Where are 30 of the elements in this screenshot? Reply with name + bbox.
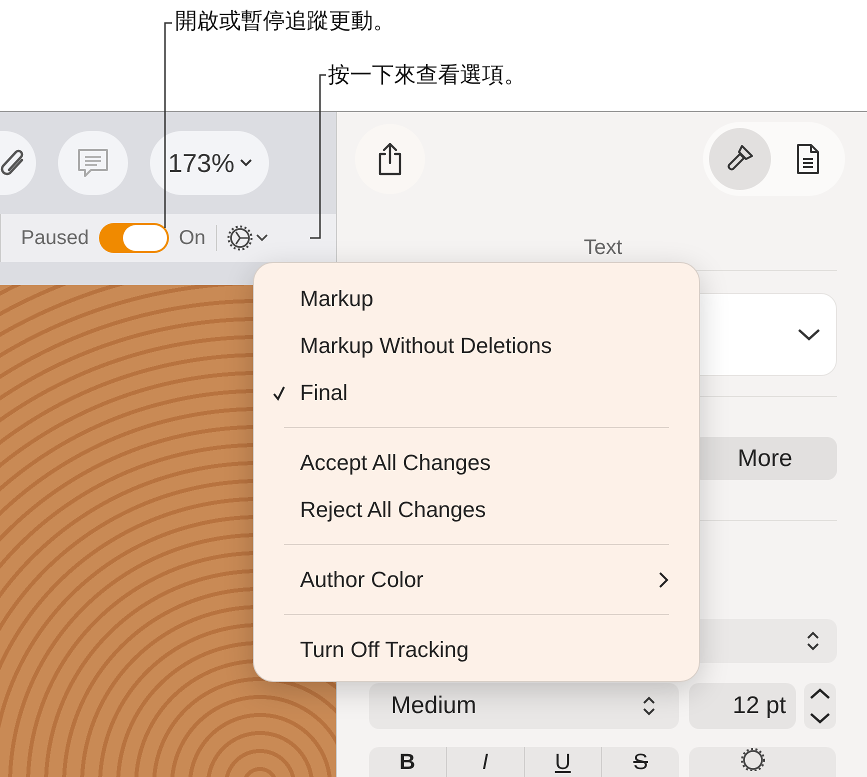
text-style-button[interactable]: U <box>524 747 602 777</box>
text-style-button[interactable]: I <box>446 747 524 777</box>
menu-item[interactable]: Author Color <box>254 556 699 603</box>
document-icon <box>794 142 822 176</box>
text-style-button[interactable]: B <box>369 747 447 777</box>
callout-text: 按一下來查看選項。 <box>328 61 526 89</box>
font-size-field[interactable]: 12 pt <box>689 683 796 729</box>
menu-item[interactable]: Markup Without Deletions <box>254 322 699 369</box>
zoom-button[interactable]: 173% <box>150 131 268 195</box>
tracking-toggle[interactable] <box>98 223 169 253</box>
chevron-down-icon <box>238 158 252 168</box>
gear-icon <box>227 226 252 250</box>
text-options-button[interactable] <box>689 747 836 777</box>
sidebar-heading: Text <box>582 236 624 260</box>
text-style-button[interactable]: S <box>602 747 679 777</box>
gear-icon <box>740 748 764 771</box>
comment-icon <box>75 146 111 180</box>
menu-item[interactable]: Markup <box>254 275 699 322</box>
callout-text: 開啟或暫停追蹤更動。 <box>175 7 395 35</box>
menu-item[interactable]: Turn Off Tracking <box>254 626 699 673</box>
chevron-down-icon <box>256 234 268 242</box>
menu-item[interactable]: Final <box>254 369 699 416</box>
chevron-down-icon <box>796 326 822 343</box>
paused-label: Paused <box>21 226 89 250</box>
up-down-chevron-icon <box>641 694 657 718</box>
font-size-stepper[interactable] <box>804 683 836 729</box>
format-button[interactable] <box>709 128 771 190</box>
on-label: On <box>178 226 206 250</box>
font-weight-popup[interactable]: Medium <box>369 683 679 729</box>
menu-item[interactable]: Reject All Changes <box>254 486 699 533</box>
